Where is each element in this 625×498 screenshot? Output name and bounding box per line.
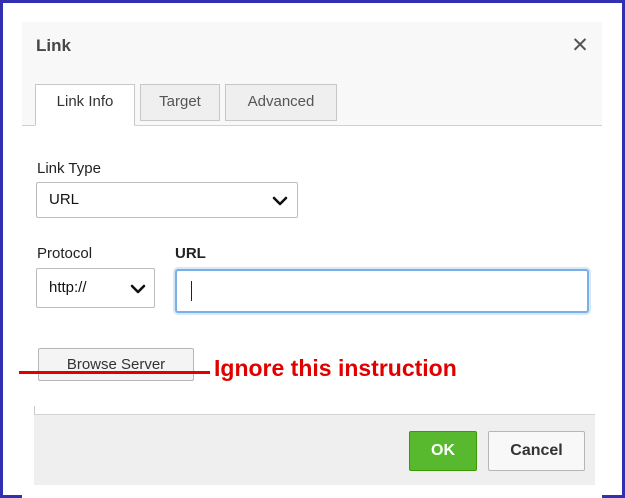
protocol-value: http:// [49, 279, 87, 296]
cancel-button[interactable]: Cancel [488, 431, 585, 471]
url-label: URL [175, 245, 206, 262]
link-type-select[interactable]: URL [36, 182, 298, 218]
close-icon[interactable]: ✕ [568, 34, 592, 58]
browse-server-button[interactable]: Browse Server [38, 348, 194, 381]
protocol-label: Protocol [37, 245, 93, 262]
tab-link-info-label: Link Info [56, 93, 114, 110]
annotation-strikeline [19, 371, 210, 374]
link-dialog: Link ✕ Link Info Target Advanced Link Ty… [22, 22, 602, 498]
dialog-title: Link [36, 36, 71, 55]
cancel-label: Cancel [510, 442, 563, 459]
annotation-text: Ignore this instruction [214, 355, 457, 381]
dialog-titlebar: Link ✕ [22, 22, 602, 81]
protocol-select[interactable]: http:// [36, 268, 155, 308]
url-input[interactable] [175, 269, 589, 313]
ok-button[interactable]: OK [409, 431, 477, 471]
tab-advanced[interactable]: Advanced [225, 84, 337, 121]
link-type-value: URL [49, 191, 80, 208]
tab-advanced-label: Advanced [247, 93, 315, 110]
ok-label: OK [431, 442, 455, 459]
tab-target[interactable]: Target [140, 84, 220, 121]
dialog-footer: OK Cancel [34, 414, 595, 485]
tab-target-label: Target [159, 93, 201, 110]
chevron-down-icon [130, 284, 146, 294]
text-caret [191, 281, 192, 301]
chevron-down-icon [272, 196, 288, 206]
tab-bar: Link Info Target Advanced [22, 80, 602, 126]
tab-link-info[interactable]: Link Info [35, 84, 135, 126]
link-type-label: Link Type [37, 160, 101, 177]
